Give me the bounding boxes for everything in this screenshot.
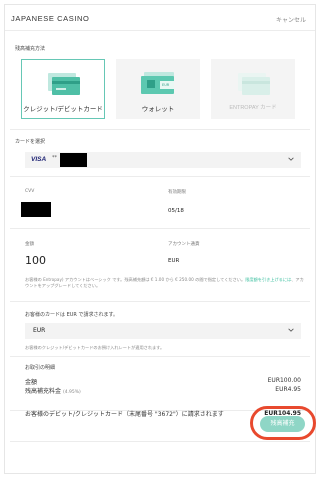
method-credit-card[interactable]: クレジット/デビットカード (21, 59, 105, 119)
currency-select-dropdown[interactable]: EUR (25, 323, 301, 339)
summary-fee-label: 残高補充料金 (25, 388, 62, 395)
amount-input[interactable]: 100 (25, 254, 46, 267)
cvv-input[interactable] (21, 202, 51, 217)
amount-section (10, 230, 310, 302)
card-details-section (10, 178, 310, 229)
brand-title: JAPANESE CASINO (11, 14, 90, 23)
footer-divider (10, 441, 310, 442)
raise-limit-link[interactable]: 限度額を引き上げるには (245, 277, 291, 282)
method-wallet[interactable]: EUR ウォレット (116, 59, 200, 119)
chevron-down-icon (288, 157, 294, 161)
summary-fee-rate: (4.95%) (62, 390, 81, 395)
redacted-card-number (60, 153, 87, 167)
cancel-link[interactable]: キャンセル (276, 15, 306, 24)
method-credit-card-label: クレジット/デビットカード (23, 106, 103, 113)
summary-amount-label: 金額 (25, 379, 38, 386)
amount-limit-note: お客様の Entropay) アカウントはベーシック です。残高補充額は € 1… (25, 277, 304, 288)
summary-label: お取引の明細 (25, 365, 56, 371)
amount-label: 金額 (25, 242, 34, 247)
method-entropay-label: ENTROPAY カード (229, 105, 277, 111)
expiry-label: 有効期限 (168, 190, 186, 195)
charge-currency-label: お客様のカードは EUR で請求されます。 (25, 312, 118, 318)
card-select-label: カードを選択 (15, 139, 46, 145)
method-entropay[interactable]: ENTROPAY カード (211, 59, 295, 119)
credit-card-icon (48, 73, 80, 95)
wallet-icon (141, 72, 174, 94)
deposit-button[interactable]: 残高補充 (260, 416, 305, 432)
summary-row-fee: 残高補充料金 (4.95%) EUR4.95 (25, 386, 301, 395)
cvv-label: CVV (25, 189, 35, 194)
summary-row-amount: 金額 EUR100.00 (25, 377, 301, 386)
summary-amount-value: EUR100.00 (267, 377, 301, 384)
card-select-dropdown[interactable]: VISA ** (25, 152, 301, 168)
wallet-icon-text: EUR (162, 83, 170, 87)
exchange-rate-note: お客様のクレジット/デビットカードのお預け入れレートが適用されます。 (25, 345, 165, 350)
method-wallet-label: ウォレット (141, 106, 175, 113)
account-currency-value: EUR (168, 258, 180, 264)
header: JAPANESE CASINO キャンセル (5, 5, 315, 31)
summary-fee-value: EUR4.95 (275, 386, 301, 393)
expiry-value[interactable]: 05/18 (168, 208, 184, 214)
currency-select-value: EUR (33, 327, 46, 334)
visa-logo: VISA (31, 156, 47, 163)
deposit-method-label: 残高補充方法 (15, 46, 46, 52)
entropay-card-icon (238, 73, 270, 95)
card-masked-prefix: ** (52, 155, 57, 161)
chevron-down-icon (288, 328, 294, 332)
account-currency-label: アカウント通貨 (168, 242, 200, 247)
charge-text: お客様のデビット/クレジットカード（末尾番号 "3672"）に請求されます (25, 411, 224, 418)
deposit-dialog: JAPANESE CASINO キャンセル 残高補充方法 クレジット/デビットカ… (4, 4, 316, 474)
